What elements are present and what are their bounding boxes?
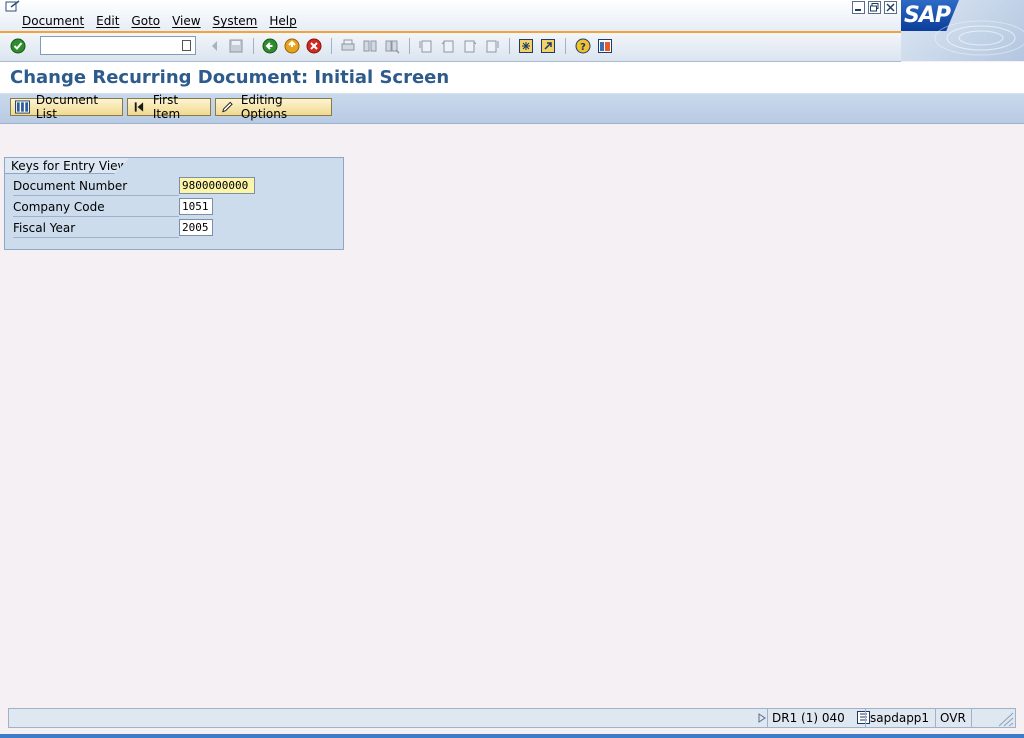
menu-system[interactable]: System [213,14,258,28]
next-page-icon[interactable] [462,38,478,54]
back-arrow-icon[interactable] [207,38,223,54]
pencil-icon [222,101,233,113]
menu-bar: Document Edit Goto View System Help [0,0,1024,31]
menu-items: Document Edit Goto View System Help [22,14,309,28]
find-next-icon[interactable] [384,38,400,54]
document-number-input[interactable] [179,177,255,194]
find-icon[interactable] [362,38,378,54]
company-code-label: Company Code [13,198,179,217]
sap-logo: SAP [901,0,1024,61]
last-page-icon[interactable] [484,38,500,54]
toolbar-separator [565,38,566,54]
insert-mode[interactable]: OVR [935,709,972,727]
back-icon[interactable] [262,38,278,54]
command-field[interactable] [40,36,196,55]
document-list-button[interactable]: Document List [10,93,123,121]
status-expand-icon[interactable] [758,713,766,723]
toolbar-separator [509,38,510,54]
document-number-label: Document Number [13,177,179,196]
status-bar: DR1 (1) 040 sapdapp1 OVR [8,708,1016,728]
menu-help[interactable]: Help [269,14,296,28]
toolbar-separator [409,38,410,54]
menu-icon[interactable] [5,0,21,14]
command-field-dropdown-icon[interactable] [182,40,191,51]
menu-edit[interactable]: Edit [96,14,119,28]
toolbar-separator [331,38,332,54]
page-title: Change Recurring Document: Initial Scree… [10,67,450,88]
print-icon[interactable] [340,38,356,54]
close-icon[interactable] [884,1,897,14]
application-toolbar: Document List First Item Editing Options [0,93,1024,124]
toolbar-separator [253,38,254,54]
first-page-icon[interactable] [418,38,434,54]
company-code-input[interactable] [179,198,213,215]
window-controls [852,1,897,14]
editing-options-button[interactable]: Editing Options [215,93,332,121]
save-icon[interactable] [228,38,244,54]
standard-toolbar: ? [0,33,901,62]
bottom-accent-line [0,734,1024,738]
svg-text:?: ? [580,42,586,53]
enter-icon[interactable] [10,38,26,54]
document-list-label: Document List [35,93,99,121]
maximize-icon[interactable] [868,1,881,14]
company-code-row: Company Code [13,198,213,218]
editing-options-label: Editing Options [240,93,288,121]
sap-logo-ripple [934,20,1024,56]
menu-goto[interactable]: Goto [131,14,160,28]
menu-view[interactable]: View [172,14,200,28]
title-area: Change Recurring Document: Initial Scree… [0,62,1024,94]
exit-icon[interactable] [284,38,300,54]
group-title: Keys for Entry View [5,158,129,174]
cancel-icon[interactable] [306,38,322,54]
first-item-button[interactable]: First Item [127,93,211,121]
fiscal-year-label: Fiscal Year [13,219,179,238]
document-number-row: Document Number [13,177,255,197]
menu-document[interactable]: Document [22,14,84,28]
document-list-icon [15,100,30,114]
first-item-icon [134,102,144,112]
fiscal-year-row: Fiscal Year [13,219,213,239]
keys-for-entry-view-group: Keys for Entry View Document Number Comp… [4,157,344,250]
create-session-icon[interactable] [518,38,534,54]
system-info-text: DR1 (1) 040 [772,711,845,725]
server-name: sapdapp1 [865,709,938,727]
create-shortcut-icon[interactable] [540,38,556,54]
resize-grip-icon[interactable] [996,710,1014,727]
fiscal-year-input[interactable] [179,219,213,236]
layout-menu-icon[interactable] [597,38,613,54]
help-icon[interactable]: ? [575,38,591,54]
system-info[interactable]: DR1 (1) 040 [767,709,874,727]
previous-page-icon[interactable] [440,38,456,54]
minimize-icon[interactable] [852,1,865,14]
first-item-label: First Item [152,93,181,121]
